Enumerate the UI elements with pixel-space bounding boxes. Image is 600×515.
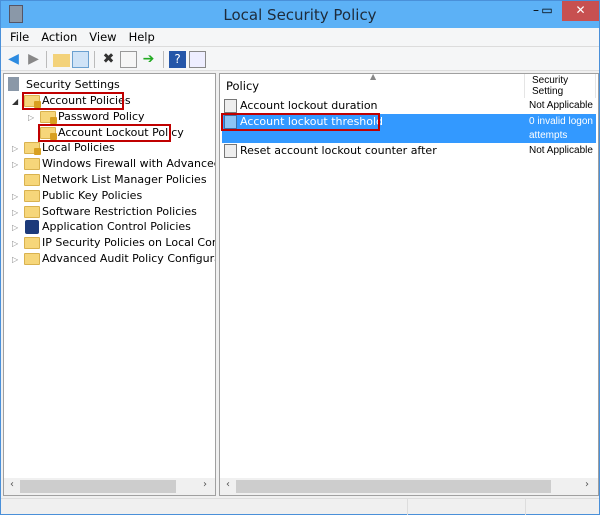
policy-name: Account lockout duration	[240, 99, 378, 112]
list-horizontal-scrollbar[interactable]: ‹ ›	[220, 478, 598, 495]
properties-icon[interactable]	[120, 51, 137, 68]
security-settings-icon	[8, 77, 19, 91]
tree-item-label: Windows Firewall with Advanced Security	[42, 157, 215, 171]
menu-action[interactable]: Action	[35, 28, 83, 44]
tree-item-label: Public Key Policies	[42, 188, 143, 202]
toolbar-separator	[94, 51, 95, 68]
tree-item-label: Network List Manager Policies	[42, 173, 207, 186]
expand-arrow-icon[interactable]: ▷	[12, 189, 20, 204]
tree-item[interactable]: ▷ Public Key Policies	[4, 188, 215, 204]
collapse-arrow-icon[interactable]: ◢	[12, 94, 20, 109]
policy-name: Reset account lockout counter after	[240, 144, 437, 157]
tree-item-label: Local Policies	[42, 141, 115, 155]
policy-icon	[224, 99, 237, 113]
list-header: Policy ▲ Security Setting	[220, 72, 598, 98]
delete-icon[interactable]: ✖	[100, 51, 117, 68]
expand-arrow-icon[interactable]: ▷	[12, 220, 20, 235]
column-header-security-setting[interactable]: Security Setting	[526, 74, 596, 98]
menu-bar: File Action View Help	[1, 28, 599, 47]
tree-item-label: IP Security Policies on Local Computer	[42, 236, 215, 250]
sort-ascending-icon: ▲	[370, 72, 377, 81]
policy-cell: Account lockout threshold	[221, 113, 527, 143]
tree-item[interactable]: ▷ Advanced Audit Policy Configuration	[4, 251, 215, 267]
lock-icon	[34, 148, 41, 156]
help-icon[interactable]: ?	[169, 51, 186, 68]
folder-icon	[24, 253, 40, 265]
security-setting: 0 invalid logon attempts	[529, 116, 593, 141]
tree-item[interactable]: ▷ Local Policies	[4, 140, 215, 156]
tree-item[interactable]: ▷ Application Control Policies	[4, 219, 215, 235]
tree-root[interactable]: Security Settings	[6, 77, 211, 93]
status-bar	[1, 498, 599, 515]
tree-item-label: Advanced Audit Policy Configuration	[42, 252, 215, 265]
expand-arrow-icon[interactable]: ▷	[28, 110, 36, 125]
tree-item-label: Security Settings	[26, 78, 120, 91]
expand-arrow-icon[interactable]: ▷	[12, 157, 20, 172]
toolbar-separator	[46, 51, 47, 68]
policy-cell: Account lockout duration	[222, 98, 527, 114]
scroll-left-icon[interactable]: ‹	[10, 479, 14, 490]
scroll-right-icon[interactable]: ›	[203, 479, 207, 490]
scroll-left-icon[interactable]: ‹	[226, 479, 230, 490]
status-divider	[525, 499, 526, 515]
expand-arrow-icon[interactable]: ▷	[12, 141, 20, 156]
expand-arrow-icon[interactable]: ▷	[12, 236, 20, 251]
export-list-icon[interactable]: ➔	[140, 51, 157, 68]
list-row[interactable]: Reset account lockout counter after Not A…	[222, 143, 596, 159]
folder-icon	[24, 189, 40, 202]
folder-icon	[24, 237, 40, 250]
tree-item[interactable]: ▷ IP Security Policies on Local Computer	[4, 235, 215, 251]
up-folder-icon[interactable]	[53, 54, 70, 67]
highlight-box	[221, 113, 380, 131]
security-setting: Not Applicable	[529, 145, 593, 156]
back-arrow-icon[interactable]: ◀	[5, 51, 22, 68]
expand-arrow-icon[interactable]: ▷	[12, 205, 20, 220]
menu-view[interactable]: View	[83, 28, 122, 44]
scroll-right-icon[interactable]: ›	[585, 479, 589, 490]
forward-arrow-icon[interactable]: ▶	[25, 51, 42, 68]
main-window: Local Security Policy – ▭ ✕ File Action Vi…	[0, 0, 600, 515]
show-hide-tree-icon[interactable]	[72, 51, 89, 68]
tree-item-label: Software Restriction Policies	[42, 204, 197, 218]
menu-help[interactable]: Help	[123, 28, 161, 44]
list-row[interactable]: Account lockout duration Not Applicable	[222, 98, 596, 114]
scroll-thumb[interactable]	[20, 480, 176, 493]
folder-icon	[24, 158, 40, 171]
tree-item[interactable]: ▷ Password Policy	[4, 109, 215, 125]
ip-security-icon	[25, 220, 39, 235]
folder-icon	[24, 174, 40, 186]
folder-icon	[24, 142, 41, 156]
menu-file[interactable]: File	[4, 28, 35, 44]
close-button[interactable]: ✕	[562, 1, 599, 21]
policy-icon	[224, 144, 237, 158]
tree-item[interactable]: ▷ Software Restriction Policies	[4, 204, 215, 220]
folder-icon	[40, 110, 57, 124]
tree-item-label: Application Control Policies	[42, 220, 191, 234]
list-pane: Policy ▲ Security Setting Account lockou…	[219, 72, 599, 496]
tree-pane: Security Settings ◢ Account Policies ▷ Pass…	[3, 73, 216, 496]
security-setting: Not Applicable	[529, 100, 593, 111]
window-title: Local Security Policy	[223, 6, 377, 24]
folder-icon	[24, 205, 40, 218]
tree-item[interactable]: ▷ Windows Firewall with Advanced Security	[4, 156, 215, 172]
highlight-box	[38, 123, 171, 142]
scroll-thumb[interactable]	[236, 480, 551, 493]
policy-cell: Reset account lockout counter after	[222, 143, 527, 159]
show-action-pane-icon[interactable]	[189, 51, 206, 68]
status-divider	[407, 499, 408, 515]
tree-horizontal-scrollbar[interactable]: ‹ ›	[4, 478, 215, 495]
toolbar-separator	[163, 51, 164, 68]
expand-arrow-icon[interactable]: ▷	[12, 252, 20, 267]
title-bar: Local Security Policy – ▭ ✕	[1, 1, 599, 28]
toolbar: ◀ ▶ ✖ ➔ ?	[1, 47, 599, 71]
maximize-button[interactable]: ▭	[534, 1, 560, 21]
tree-item[interactable]: Network List Manager Policies	[4, 172, 215, 188]
highlight-box	[22, 92, 124, 110]
tree-item-label: Password Policy	[58, 109, 145, 123]
policy-list: Account lockout duration Not Applicable Ac…	[221, 98, 596, 159]
list-row[interactable]: Account lockout threshold 0 invalid logon…	[221, 113, 596, 143]
